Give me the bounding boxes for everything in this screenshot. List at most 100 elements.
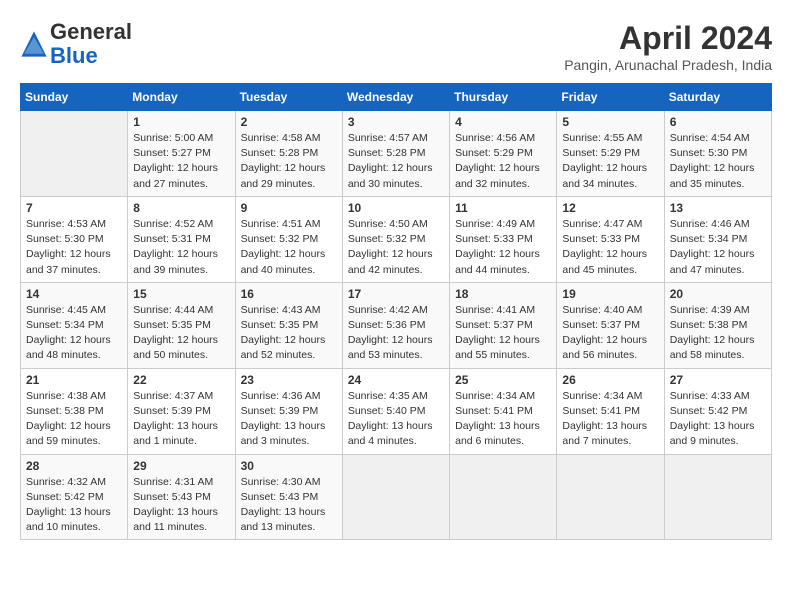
day-cell: 30 Sunrise: 4:30 AM Sunset: 5:43 PM Dayli… — [235, 454, 342, 540]
day-number: 6 — [670, 115, 766, 129]
day-info: Sunrise: 4:50 AM Sunset: 5:32 PM Dayligh… — [348, 217, 444, 278]
day-number: 2 — [241, 115, 337, 129]
day-info: Sunrise: 4:45 AM Sunset: 5:34 PM Dayligh… — [26, 303, 122, 364]
day-number: 7 — [26, 201, 122, 215]
day-cell: 20 Sunrise: 4:39 AM Sunset: 5:38 PM Dayli… — [664, 282, 771, 368]
day-info: Sunrise: 4:46 AM Sunset: 5:34 PM Dayligh… — [670, 217, 766, 278]
day-number: 26 — [562, 373, 658, 387]
day-info: Sunrise: 4:31 AM Sunset: 5:43 PM Dayligh… — [133, 475, 229, 536]
day-info: Sunrise: 4:33 AM Sunset: 5:42 PM Dayligh… — [670, 389, 766, 450]
day-cell: 6Sunrise: 4:54 AM Sunset: 5:30 PM Daylig… — [664, 111, 771, 197]
day-cell — [664, 454, 771, 540]
day-info: Sunrise: 4:43 AM Sunset: 5:35 PM Dayligh… — [241, 303, 337, 364]
day-cell: 5 Sunrise: 4:55 AM Sunset: 5:29 PM Daylig… — [557, 111, 664, 197]
day-info: Sunrise: 4:40 AM Sunset: 5:37 PM Dayligh… — [562, 303, 658, 364]
day-cell: 26 Sunrise: 4:34 AM Sunset: 5:41 PM Dayli… — [557, 368, 664, 454]
day-info: Sunrise: 4:51 AM Sunset: 5:32 PM Dayligh… — [241, 217, 337, 278]
logo-text: General Blue — [50, 20, 132, 68]
day-cell: 2 Sunrise: 4:58 AM Sunset: 5:28 PM Daylig… — [235, 111, 342, 197]
day-info: Sunrise: 4:34 AM Sunset: 5:41 PM Dayligh… — [562, 389, 658, 450]
day-info: Sunrise: 4:57 AM Sunset: 5:28 PM Dayligh… — [348, 131, 444, 192]
day-cell: 1Sunrise: 5:00 AM Sunset: 5:27 PM Daylig… — [128, 111, 235, 197]
day-cell: 15 Sunrise: 4:44 AM Sunset: 5:35 PM Dayli… — [128, 282, 235, 368]
day-info: Sunrise: 4:58 AM Sunset: 5:28 PM Dayligh… — [241, 131, 337, 192]
day-info: Sunrise: 4:53 AM Sunset: 5:30 PM Dayligh… — [26, 217, 122, 278]
day-cell: 24 Sunrise: 4:35 AM Sunset: 5:40 PM Dayli… — [342, 368, 449, 454]
weekday-header-wednesday: Wednesday — [342, 84, 449, 111]
page-header: General Blue April 2024 Pangin, Arunacha… — [20, 20, 772, 73]
day-info: Sunrise: 4:37 AM Sunset: 5:39 PM Dayligh… — [133, 389, 229, 450]
day-info: Sunrise: 4:55 AM Sunset: 5:29 PM Dayligh… — [562, 131, 658, 192]
week-row-1: 1Sunrise: 5:00 AM Sunset: 5:27 PM Daylig… — [21, 111, 772, 197]
day-number: 19 — [562, 287, 658, 301]
day-number: 28 — [26, 459, 122, 473]
day-info: Sunrise: 4:38 AM Sunset: 5:38 PM Dayligh… — [26, 389, 122, 450]
day-info: Sunrise: 4:34 AM Sunset: 5:41 PM Dayligh… — [455, 389, 551, 450]
day-number: 9 — [241, 201, 337, 215]
day-number: 23 — [241, 373, 337, 387]
day-info: Sunrise: 4:35 AM Sunset: 5:40 PM Dayligh… — [348, 389, 444, 450]
day-cell: 28 Sunrise: 4:32 AM Sunset: 5:42 PM Dayli… — [21, 454, 128, 540]
logo-icon — [20, 30, 48, 58]
day-number: 27 — [670, 373, 766, 387]
day-cell: 18Sunrise: 4:41 AM Sunset: 5:37 PM Dayli… — [450, 282, 557, 368]
day-cell: 7 Sunrise: 4:53 AM Sunset: 5:30 PM Daylig… — [21, 196, 128, 282]
day-number: 22 — [133, 373, 229, 387]
day-info: Sunrise: 4:39 AM Sunset: 5:38 PM Dayligh… — [670, 303, 766, 364]
day-number: 21 — [26, 373, 122, 387]
weekday-header-saturday: Saturday — [664, 84, 771, 111]
weekday-header-thursday: Thursday — [450, 84, 557, 111]
day-number: 3 — [348, 115, 444, 129]
day-cell — [557, 454, 664, 540]
day-info: Sunrise: 4:49 AM Sunset: 5:33 PM Dayligh… — [455, 217, 551, 278]
day-number: 29 — [133, 459, 229, 473]
day-info: Sunrise: 5:00 AM Sunset: 5:27 PM Dayligh… — [133, 131, 229, 192]
day-number: 14 — [26, 287, 122, 301]
day-cell: 13 Sunrise: 4:46 AM Sunset: 5:34 PM Dayli… — [664, 196, 771, 282]
logo: General Blue — [20, 20, 132, 68]
month-year: April 2024 — [564, 20, 772, 57]
day-cell — [450, 454, 557, 540]
day-cell: 22 Sunrise: 4:37 AM Sunset: 5:39 PM Dayli… — [128, 368, 235, 454]
day-number: 16 — [241, 287, 337, 301]
day-number: 30 — [241, 459, 337, 473]
day-info: Sunrise: 4:36 AM Sunset: 5:39 PM Dayligh… — [241, 389, 337, 450]
day-info: Sunrise: 4:47 AM Sunset: 5:33 PM Dayligh… — [562, 217, 658, 278]
day-cell: 8 Sunrise: 4:52 AM Sunset: 5:31 PM Daylig… — [128, 196, 235, 282]
location: Pangin, Arunachal Pradesh, India — [564, 57, 772, 73]
week-row-3: 14 Sunrise: 4:45 AM Sunset: 5:34 PM Dayli… — [21, 282, 772, 368]
day-number: 12 — [562, 201, 658, 215]
weekday-header-row: SundayMondayTuesdayWednesdayThursdayFrid… — [21, 84, 772, 111]
day-info: Sunrise: 4:30 AM Sunset: 5:43 PM Dayligh… — [241, 475, 337, 536]
day-cell: 29 Sunrise: 4:31 AM Sunset: 5:43 PM Dayli… — [128, 454, 235, 540]
week-row-4: 21 Sunrise: 4:38 AM Sunset: 5:38 PM Dayli… — [21, 368, 772, 454]
day-info: Sunrise: 4:44 AM Sunset: 5:35 PM Dayligh… — [133, 303, 229, 364]
day-cell — [21, 111, 128, 197]
day-info: Sunrise: 4:56 AM Sunset: 5:29 PM Dayligh… — [455, 131, 551, 192]
day-cell — [342, 454, 449, 540]
weekday-header-friday: Friday — [557, 84, 664, 111]
day-number: 8 — [133, 201, 229, 215]
day-number: 20 — [670, 287, 766, 301]
day-cell: 25 Sunrise: 4:34 AM Sunset: 5:41 PM Dayli… — [450, 368, 557, 454]
day-info: Sunrise: 4:41 AM Sunset: 5:37 PM Dayligh… — [455, 303, 551, 364]
day-cell: 12 Sunrise: 4:47 AM Sunset: 5:33 PM Dayli… — [557, 196, 664, 282]
day-cell: 14 Sunrise: 4:45 AM Sunset: 5:34 PM Dayli… — [21, 282, 128, 368]
day-number: 4 — [455, 115, 551, 129]
weekday-header-sunday: Sunday — [21, 84, 128, 111]
day-number: 25 — [455, 373, 551, 387]
day-cell: 4 Sunrise: 4:56 AM Sunset: 5:29 PM Daylig… — [450, 111, 557, 197]
calendar-table: SundayMondayTuesdayWednesdayThursdayFrid… — [20, 83, 772, 540]
day-number: 11 — [455, 201, 551, 215]
day-cell: 11 Sunrise: 4:49 AM Sunset: 5:33 PM Dayli… — [450, 196, 557, 282]
day-info: Sunrise: 4:42 AM Sunset: 5:36 PM Dayligh… — [348, 303, 444, 364]
day-number: 5 — [562, 115, 658, 129]
day-cell: 9 Sunrise: 4:51 AM Sunset: 5:32 PM Daylig… — [235, 196, 342, 282]
day-info: Sunrise: 4:52 AM Sunset: 5:31 PM Dayligh… — [133, 217, 229, 278]
day-number: 15 — [133, 287, 229, 301]
day-info: Sunrise: 4:32 AM Sunset: 5:42 PM Dayligh… — [26, 475, 122, 536]
day-number: 13 — [670, 201, 766, 215]
week-row-2: 7 Sunrise: 4:53 AM Sunset: 5:30 PM Daylig… — [21, 196, 772, 282]
day-cell: 3 Sunrise: 4:57 AM Sunset: 5:28 PM Daylig… — [342, 111, 449, 197]
day-number: 24 — [348, 373, 444, 387]
